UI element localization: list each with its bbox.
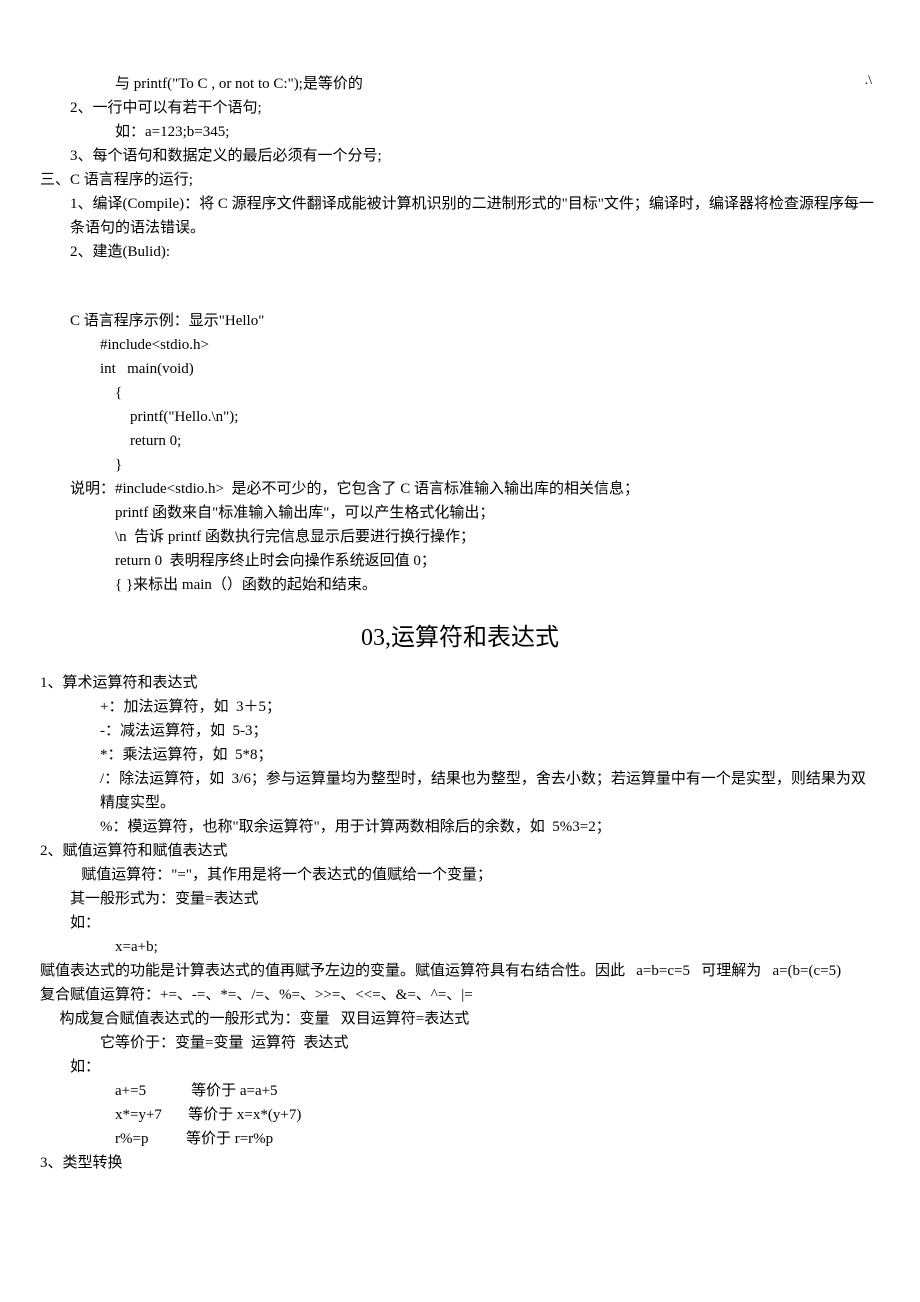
text-line: 与 printf("To C , or not to C:");是等价的 (40, 72, 880, 96)
text-line: 1、算术运算符和表达式 (40, 671, 880, 695)
text-line: -：减法运算符，如 5-3； (40, 719, 880, 743)
text-line: 复合赋值运算符：+=、-=、*=、/=、%=、>>=、<<=、&=、^=、|= (40, 983, 880, 1007)
code-line: a+=5 等价于 a=a+5 (40, 1079, 880, 1103)
text-line: \n 告诉 printf 函数执行完信息显示后要进行换行操作； (40, 525, 880, 549)
code-line: } (40, 453, 880, 477)
text-line: 构成复合赋值表达式的一般形式为：变量 双目运算符=表达式 (40, 1007, 880, 1031)
code-line: x=a+b; (40, 935, 880, 959)
text-line: /：除法运算符，如 3/6；参与运算量均为整型时，结果也为整型，舍去小数；若运算… (40, 767, 880, 815)
text-line: return 0 表明程序终止时会向操作系统返回值 0； (40, 549, 880, 573)
text-line: 它等价于：变量=变量 运算符 表达式 (40, 1031, 880, 1055)
code-line: int main(void) (40, 357, 880, 381)
text-line: +：加法运算符，如 3＋5； (40, 695, 880, 719)
code-line: return 0; (40, 429, 880, 453)
text-line: printf 函数来自"标准输入输出库"，可以产生格式化输出； (40, 501, 880, 525)
text-line: 三、C 语言程序的运行; (40, 168, 880, 192)
text-line: 赋值表达式的功能是计算表达式的值再赋予左边的变量。赋值运算符具有右结合性。因此 … (40, 959, 880, 983)
text-line: 赋值运算符："="，其作用是将一个表达式的值赋给一个变量； (40, 863, 880, 887)
text-line: 如： (40, 911, 880, 935)
text-line: 3、每个语句和数据定义的最后必须有一个分号; (40, 144, 880, 168)
text-line: 说明：#include<stdio.h> 是必不可少的，它包含了 C 语言标准输… (40, 477, 880, 501)
text-line: 2、建造(Bulid): (40, 240, 880, 264)
code-line: r%=p 等价于 r=r%p (40, 1127, 880, 1151)
text-line: C 语言程序示例：显示"Hello" (40, 309, 880, 333)
text-line: *：乘法运算符，如 5*8； (40, 743, 880, 767)
text-line: 3、类型转换 (40, 1151, 880, 1175)
text-line: 2、一行中可以有若干个语句; (40, 96, 880, 120)
code-line: #include<stdio.h> (40, 333, 880, 357)
section-title: 03,运算符和表达式 (40, 619, 880, 657)
text-line: 1、编译(Compile)：将 C 源程序文件翻译成能被计算机识别的二进制形式的… (40, 192, 880, 240)
text-line: { }来标出 main（）函数的起始和结束。 (40, 573, 880, 597)
page-marker: .\ (865, 70, 872, 92)
text-line: 如： (40, 1055, 880, 1079)
text-line: %：模运算符，也称"取余运算符"，用于计算两数相除后的余数，如 5%3=2； (40, 815, 880, 839)
text-line: 2、赋值运算符和赋值表达式 (40, 839, 880, 863)
text-line: 如：a=123;b=345; (40, 120, 880, 144)
code-line: printf("Hello.\n"); (40, 405, 880, 429)
code-line: x*=y+7 等价于 x=x*(y+7) (40, 1103, 880, 1127)
code-line: { (40, 381, 880, 405)
text-line: 其一般形式为：变量=表达式 (40, 887, 880, 911)
